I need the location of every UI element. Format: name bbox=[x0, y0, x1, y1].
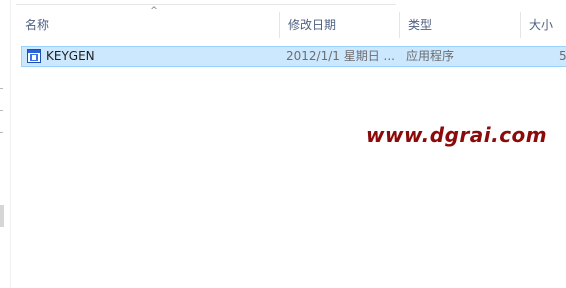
watermark-text: www.dgrai.com bbox=[366, 123, 548, 147]
column-header-modified-label: 修改日期 bbox=[288, 18, 337, 32]
sort-ascending-icon: ^ bbox=[150, 6, 158, 16]
column-header-size-label: 大小 bbox=[529, 18, 554, 32]
toolbar-divider bbox=[16, 0, 396, 5]
column-header-type[interactable]: 类型 bbox=[400, 12, 520, 38]
application-exe-icon bbox=[27, 49, 41, 63]
column-header-size[interactable]: 大小 bbox=[521, 12, 566, 38]
column-header-type-label: 类型 bbox=[408, 18, 433, 32]
navigation-pane-scrollbar[interactable] bbox=[0, 205, 4, 227]
nav-tree-connector bbox=[0, 88, 3, 89]
file-size: 5 bbox=[559, 49, 566, 63]
file-row-keygen[interactable]: KEYGEN 2012/1/1 星期日 ... 应用程序 5 bbox=[21, 46, 566, 67]
column-header-modified[interactable]: 修改日期 bbox=[280, 12, 399, 38]
file-explorer-details-view: 名称 ^ 修改日期 类型 大小 KEYGEN 2012/1/1 星期日 ... … bbox=[0, 0, 566, 288]
file-name: KEYGEN bbox=[46, 49, 95, 63]
column-header-row: 名称 ^ 修改日期 类型 大小 bbox=[17, 6, 566, 38]
nav-tree-connector bbox=[0, 132, 3, 133]
file-modified-date: 2012/1/1 星期日 ... bbox=[286, 49, 395, 63]
navigation-pane-edge[interactable] bbox=[0, 0, 11, 288]
file-type: 应用程序 bbox=[406, 49, 455, 63]
column-header-name-label: 名称 bbox=[25, 18, 50, 32]
nav-tree-connector bbox=[0, 110, 3, 111]
